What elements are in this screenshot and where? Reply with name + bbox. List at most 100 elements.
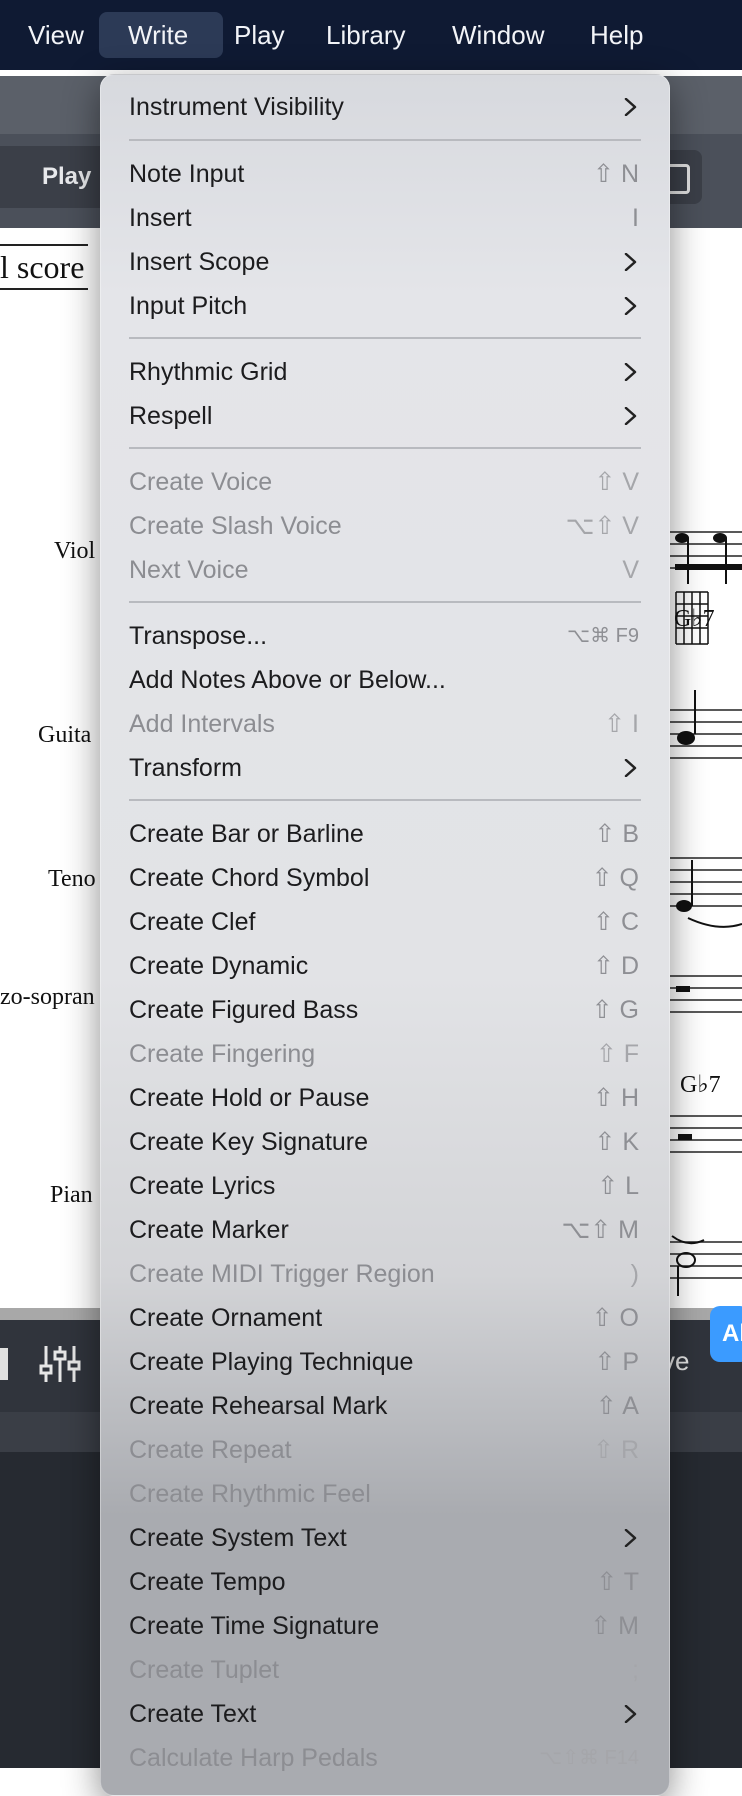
play-mode-tab[interactable]: Play [0,146,115,208]
menu-item-create-key-signature[interactable]: Create Key Signature ⇧ K [101,1120,669,1164]
menu-item-label: Create System Text [129,1524,347,1552]
menu-item-label: Transform [129,754,242,782]
menu-item-label: Create Chord Symbol [129,864,370,892]
panel-icon[interactable] [0,1348,8,1380]
menu-play[interactable]: Play [222,12,297,58]
chevron-right-icon [624,407,637,425]
menu-item-label: Create Rhythmic Feel [129,1480,371,1508]
menu-item-create-chord-symbol[interactable]: Create Chord Symbol ⇧ Q [101,856,669,900]
menu-item-label: Create Slash Voice [129,512,342,540]
menu-item-create-text[interactable]: Create Text [101,1692,669,1736]
menu-item-input-pitch[interactable]: Input Pitch [101,284,669,328]
shortcut-label: ⌥⇧⌘ F14 [539,1747,639,1769]
menu-item-label: Add Notes Above or Below... [129,666,446,694]
menu-item-transform[interactable]: Transform [101,746,669,790]
menu-item-label: Create Playing Technique [129,1348,414,1376]
menu-item-calculate-harp-pedals: Calculate Harp Pedals ⌥⇧⌘ F14 [101,1736,669,1780]
menu-item-label: Create Marker [129,1216,289,1244]
menu-item-respell[interactable]: Respell [101,394,669,438]
menu-item-create-ornament[interactable]: Create Ornament ⇧ O [101,1296,669,1340]
shortcut-label: ⇧ T [596,1568,639,1596]
shortcut-label: ⌥⇧ M [561,1216,639,1244]
menu-item-create-tempo[interactable]: Create Tempo ⇧ T [101,1560,669,1604]
chevron-right-icon [624,253,637,271]
menu-item-create-figured-bass[interactable]: Create Figured Bass ⇧ G [101,988,669,1032]
shortcut-label: ⇧ V [594,468,639,496]
instrument-label-tenor: Teno [48,866,96,892]
menu-separator [129,139,641,141]
menu-item-create-lyrics[interactable]: Create Lyrics ⇧ L [101,1164,669,1208]
menu-item-create-hold-or-pause[interactable]: Create Hold or Pause ⇧ H [101,1076,669,1120]
mode-button[interactable]: Al [710,1306,742,1362]
shortcut-label: I [632,204,639,232]
menu-item-insert[interactable]: Insert I [101,196,669,240]
menu-item-label: Create Repeat [129,1436,292,1464]
menu-item-create-slash-voice: Create Slash Voice ⌥⇧ V [101,504,669,548]
menu-item-transpose[interactable]: Transpose... ⌥⌘ F9 [101,614,669,658]
menu-item-create-fingering: Create Fingering ⇧ F [101,1032,669,1076]
shortcut-label: ⇧ A [595,1392,639,1420]
shortcut-label: ⇧ B [594,820,639,848]
chevron-right-icon [624,1529,637,1547]
chevron-right-icon [624,363,637,381]
write-menu: Instrument Visibility Note Input ⇧ N Ins… [100,74,670,1796]
menu-item-create-voice: Create Voice ⇧ V [101,460,669,504]
menu-item-label: Add Intervals [129,710,275,738]
menu-item-label: Rhythmic Grid [129,358,288,386]
menu-separator [129,601,641,603]
shortcut-label: ⌥⌘ F9 [567,625,639,647]
shortcut-label: ⇧ H [593,1084,639,1112]
menu-write[interactable]: Write [99,12,223,58]
shortcut-label: ⇧ L [597,1172,639,1200]
instrument-label-violin: Viol [54,538,96,564]
menu-item-label: Calculate Harp Pedals [129,1744,378,1772]
menu-item-label: Create Dynamic [129,952,309,980]
menu-item-insert-scope[interactable]: Insert Scope [101,240,669,284]
menu-help[interactable]: Help [578,12,655,58]
menu-item-create-clef[interactable]: Create Clef ⇧ C [101,900,669,944]
menu-separator [129,337,641,339]
menu-item-create-system-text[interactable]: Create System Text [101,1516,669,1560]
shortcut-label: ⇧ G [591,996,639,1024]
menu-item-label: Create Hold or Pause [129,1084,370,1112]
menu-item-note-input[interactable]: Note Input ⇧ N [101,152,669,196]
menu-item-create-bar-or-barline[interactable]: Create Bar or Barline ⇧ B [101,812,669,856]
menu-view[interactable]: View [16,12,96,58]
menu-item-create-playing-technique[interactable]: Create Playing Technique ⇧ P [101,1340,669,1384]
shortcut-label: V [622,556,639,584]
menu-item-rhythmic-grid[interactable]: Rhythmic Grid [101,350,669,394]
instrument-label-piano: Pian [50,1182,93,1208]
chevron-right-icon [624,297,637,315]
instrument-label-mezzo-soprano: zo-sopran [0,984,95,1010]
menu-item-label: Create Text [129,1700,257,1728]
menu-item-label: Insert [129,204,192,232]
chevron-right-icon [624,1705,637,1723]
menu-item-label: Insert Scope [129,248,270,276]
shortcut-label: ⇧ R [593,1436,639,1464]
menu-item-create-midi-trigger-region: Create MIDI Trigger Region ) [101,1252,669,1296]
menu-item-label: Transpose... [129,622,268,650]
shortcut-label: ⇧ I [604,710,639,738]
score-title: l score [0,244,89,290]
menu-item-create-repeat: Create Repeat ⇧ R [101,1428,669,1472]
menu-item-add-intervals: Add Intervals ⇧ I [101,702,669,746]
menu-item-add-notes-above-or-below[interactable]: Add Notes Above or Below... [101,658,669,702]
menu-item-create-rehearsal-mark[interactable]: Create Rehearsal Mark ⇧ A [101,1384,669,1428]
menu-window[interactable]: Window [440,12,556,58]
instrument-label-guitar: Guita [38,722,92,748]
shortcut-label: ⇧ D [593,952,639,980]
menu-item-label: Create Tempo [129,1568,286,1596]
menu-bar: View Write Play Library Window Help [0,0,742,70]
chevron-right-icon [624,759,637,777]
menu-library[interactable]: Library [314,12,417,58]
menu-item-create-marker[interactable]: Create Marker ⌥⇧ M [101,1208,669,1252]
menu-item-create-dynamic[interactable]: Create Dynamic ⇧ D [101,944,669,988]
menu-item-instrument-visibility[interactable]: Instrument Visibility [101,85,669,129]
shortcut-label: ⇧ F [595,1040,639,1068]
menu-item-create-time-signature[interactable]: Create Time Signature ⇧ M [101,1604,669,1648]
shortcut-label: ⇧ K [594,1128,639,1156]
mixer-icon[interactable] [38,1342,82,1386]
menu-item-label: Create Rehearsal Mark [129,1392,388,1420]
menu-item-create-tuplet: Create Tuplet ; [101,1648,669,1692]
shortcut-label: ⇧ O [591,1304,639,1332]
